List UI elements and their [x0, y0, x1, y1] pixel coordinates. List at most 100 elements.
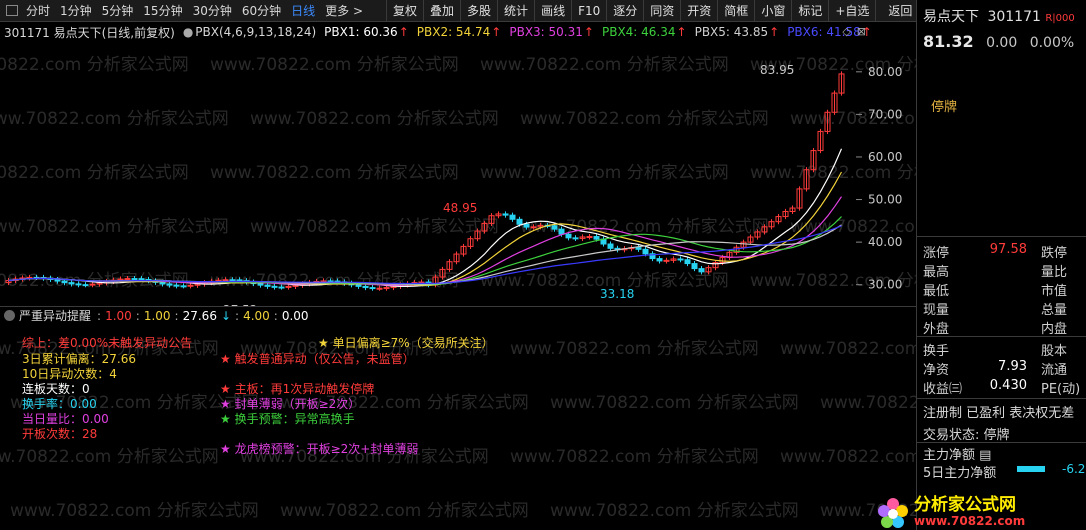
- quote-key-2: 流通: [1041, 363, 1068, 378]
- flow-bar: [1017, 466, 1045, 472]
- period-tab-60min[interactable]: 60分钟: [237, 2, 286, 19]
- quote-key: 换手: [923, 344, 950, 359]
- candle-body: [54, 279, 61, 282]
- candle-body: [173, 284, 180, 287]
- arrow-up-icon: ↑: [769, 25, 780, 39]
- period-tab-5min[interactable]: 5分钟: [97, 2, 139, 19]
- legend-pbx4: PBX4: 46.34↑: [601, 25, 687, 39]
- divider: [917, 236, 1086, 237]
- candle-body: [89, 283, 96, 286]
- simple-frame-button[interactable]: 简框: [717, 0, 754, 22]
- close-icon[interactable]: ⊠: [857, 25, 866, 38]
- watermark-text: www.70822.com 分析家公式网: [550, 393, 799, 413]
- tick-button[interactable]: 逐分: [606, 0, 643, 22]
- candle-body: [656, 258, 663, 262]
- candle-body: [236, 279, 243, 282]
- mark-button[interactable]: 标记: [791, 0, 828, 22]
- draw-line-button[interactable]: 画线: [534, 0, 571, 22]
- period-selector: 分时 1分钟 5分钟 15分钟 30分钟 60分钟 日线 更多 >: [0, 0, 368, 22]
- watermark-text: www.70822.com 分析家公式网: [480, 55, 729, 75]
- candle-body: [684, 259, 691, 265]
- quote-row: 最高 量比: [923, 261, 1083, 280]
- diamond-icon[interactable]: ◇: [842, 25, 850, 38]
- table-icon[interactable]: ▤: [979, 448, 991, 463]
- low-annotation: 33.18: [600, 287, 634, 301]
- alert-turnover: ★ 换手预警：异常高换手: [220, 412, 355, 426]
- small-window-button[interactable]: 小窗: [754, 0, 791, 22]
- watermark-text: www.70822.com 分析家公式网: [210, 163, 459, 183]
- period-tab-30min[interactable]: 30分钟: [188, 2, 237, 19]
- legend-circle-icon[interactable]: ●: [183, 25, 193, 39]
- indicator-toggle-icon[interactable]: [4, 310, 15, 321]
- f10-button[interactable]: F10: [571, 0, 606, 22]
- stock-title: 易点天下 301171 R|000: [923, 6, 1075, 26]
- watermark-text: www.70822.com 分析家公式网: [10, 501, 259, 521]
- overlay-button[interactable]: 叠加: [423, 0, 460, 22]
- quote-key-2: 量比: [1041, 265, 1068, 280]
- arrow-up-icon: ↑: [676, 25, 687, 39]
- chart-area: 301171 易点天下(日线,前复权) ● PBX(4,6,9,13,18,24…: [0, 22, 916, 530]
- statistics-button[interactable]: 统计: [497, 0, 534, 22]
- high-annotation: 48.95: [443, 201, 477, 215]
- candle-body: [264, 284, 271, 287]
- add-favorite-button[interactable]: +自选: [828, 0, 875, 22]
- indicator-value-3: 27.66: [182, 308, 217, 323]
- y-tick-label: 50.00: [868, 193, 902, 207]
- candle-body: [376, 287, 383, 290]
- legend-pbx1: PBX1: 60.36↑: [324, 25, 409, 39]
- period-tab-fenshi[interactable]: 分时: [21, 2, 55, 19]
- indicator-header: 严重异动提醒 : 1.00 : 1.00 : 27.66 ↓ : 4.00 : …: [0, 306, 916, 324]
- candle-body: [187, 284, 194, 287]
- quote-key-2: PE(动): [1041, 382, 1081, 397]
- open-capital-button[interactable]: 开资: [680, 0, 717, 22]
- legend-stock: 301171 易点天下(日线,前复权): [4, 25, 175, 40]
- quote-value: 97.58: [989, 242, 1027, 257]
- restore-rights-button[interactable]: 复权: [386, 0, 423, 22]
- candle-body: [572, 237, 579, 240]
- candle-body: [166, 283, 173, 286]
- arrow-up-icon: ↑: [491, 25, 502, 39]
- candle-body: [229, 279, 236, 282]
- chart-corner-icons: ◇ ⊠: [842, 25, 866, 38]
- candle-body: [607, 243, 614, 249]
- checkbox-icon[interactable]: [6, 5, 18, 16]
- indicator-value-1: 1.00: [105, 308, 132, 323]
- candle-body: [159, 281, 166, 285]
- period-tab-15min[interactable]: 15分钟: [138, 2, 187, 19]
- period-tab-more[interactable]: 更多 >: [320, 2, 368, 19]
- indicator-watermark: www.70822.com 分析家公式网 www.70822.com 分析家公式网…: [0, 339, 916, 521]
- candle-body: [383, 287, 390, 290]
- quote-row: 涨停 97.58 跌停: [923, 242, 1083, 261]
- arrow-up-icon: ↑: [398, 25, 409, 39]
- candle-body: [222, 279, 229, 282]
- same-capital-button[interactable]: 同资: [643, 0, 680, 22]
- chart-annotations: 48.9533.18←27.5283.95财减涨停: [213, 63, 794, 306]
- watermark-text: www.70822.com 分析家公式网: [210, 55, 459, 75]
- candle-body: [663, 259, 670, 262]
- quote-key-2: 股本: [1041, 344, 1068, 359]
- candle-body: [82, 284, 89, 287]
- candle-body: [698, 268, 705, 273]
- alert-single-day: ★ 单日偏离≥7%（交易所关注）: [318, 336, 494, 350]
- y-tick-label: 30.00: [868, 278, 902, 292]
- legend-pbx3: PBX3: 50.31↑: [509, 25, 594, 39]
- quote-row: 外盘 内盘: [923, 318, 1083, 337]
- legend-indicator[interactable]: PBX(4,6,9,13,18,24): [195, 25, 316, 39]
- flow-value: -6.2: [1062, 462, 1086, 476]
- period-tab-1min[interactable]: 1分钟: [55, 2, 97, 19]
- multi-stock-button[interactable]: 多股: [460, 0, 497, 22]
- quote-value: 7.93: [998, 359, 1027, 374]
- arrow-up-icon: ↑: [583, 25, 594, 39]
- watermark-text: www.70822.com 分析家公式网: [480, 163, 729, 183]
- indicator-name[interactable]: 严重异动提醒: [19, 307, 91, 324]
- candle-body: [635, 247, 642, 250]
- candle-body: [586, 236, 593, 239]
- stock-name: 易点天下: [923, 9, 979, 25]
- watermark-text: www.70822.com 分析家公式网: [0, 109, 229, 129]
- watermark-text: www.70822.com 分析家公式网: [0, 447, 219, 467]
- quote-key: 外盘: [923, 322, 950, 337]
- candle-body: [271, 285, 278, 288]
- candle-body: [509, 214, 516, 220]
- indicator-value-5: 0.00: [281, 308, 309, 323]
- period-tab-daily[interactable]: 日线: [286, 2, 320, 19]
